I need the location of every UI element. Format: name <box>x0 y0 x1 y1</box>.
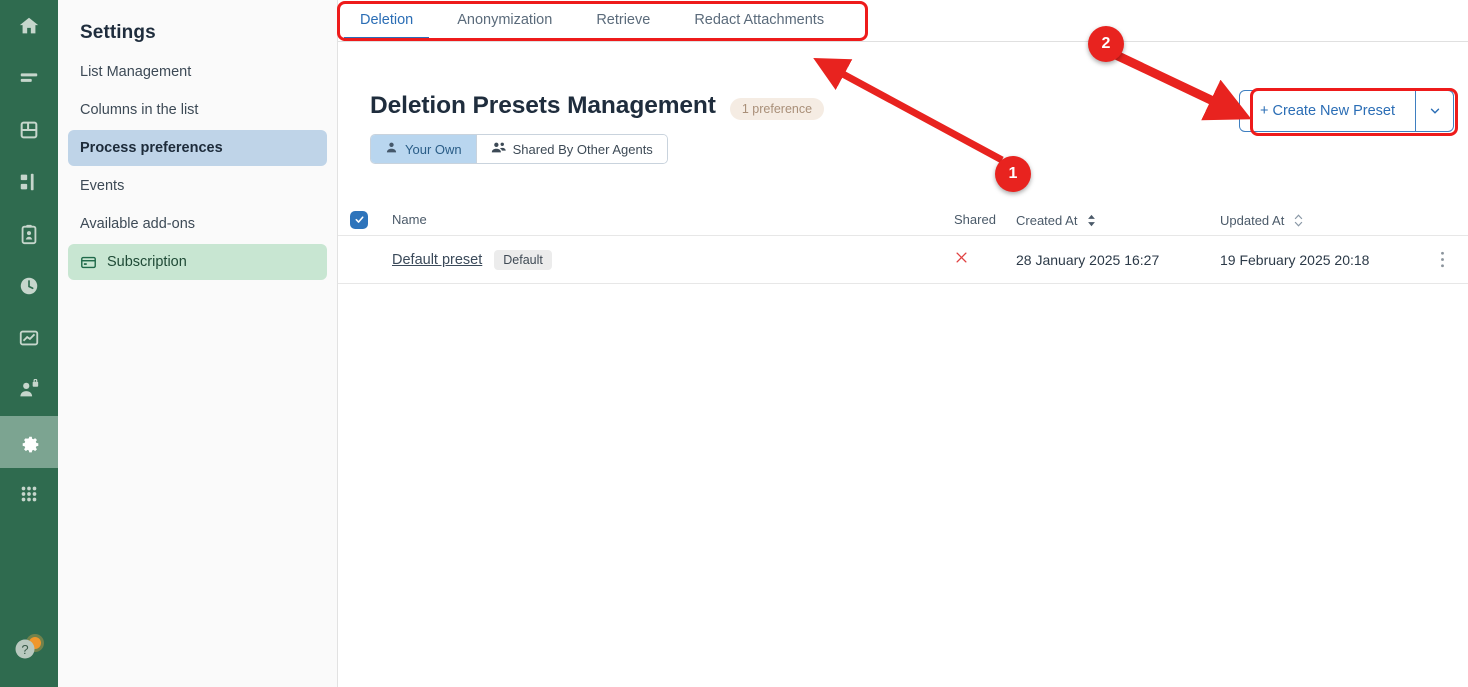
sidebar-item-list-management[interactable]: List Management <box>68 54 327 90</box>
settings-sidebar: Settings List Management Columns in the … <box>58 0 338 687</box>
cell-updated-at: 19 February 2025 20:18 <box>1220 251 1370 268</box>
presets-table: Name Shared Created At Updated At Defaul… <box>338 204 1468 284</box>
user-lock-icon[interactable] <box>0 364 58 416</box>
filter-your-own-button[interactable]: Your Own <box>371 135 476 163</box>
table-row[interactable]: Default preset Default 28 January 2025 1… <box>338 236 1468 284</box>
left-icon-rail: ? <box>0 0 58 687</box>
top-tab-bar: Deletion Anonymization Retrieve Redact A… <box>338 0 1468 42</box>
settings-panel-title: Settings <box>80 22 156 43</box>
filter-label: Shared By Other Agents <box>512 141 653 157</box>
column-header-label: Updated At <box>1220 212 1285 228</box>
sidebar-item-label: Process preferences <box>80 140 223 156</box>
tab-retrieve[interactable]: Retrieve <box>574 0 672 41</box>
preset-name-link[interactable]: Default preset <box>392 252 482 268</box>
sort-none-icon[interactable] <box>1293 213 1304 230</box>
chart-icon[interactable] <box>0 312 58 364</box>
ownership-filter-toggle: Your Own Shared By Other Agents <box>370 134 668 164</box>
create-new-preset-group: + Create New Preset <box>1239 90 1454 132</box>
select-all-checkbox[interactable] <box>350 210 368 229</box>
tab-deletion[interactable]: Deletion <box>338 0 435 41</box>
column-header-shared: Shared <box>954 212 1016 227</box>
sidebar-item-columns-in-the-list[interactable]: Columns in the list <box>68 92 327 128</box>
users-icon <box>491 141 506 157</box>
row-actions-menu-button[interactable] <box>1440 250 1468 269</box>
sidebar-item-label: Available add-ons <box>80 216 196 232</box>
gear-icon[interactable] <box>0 416 58 468</box>
clipboard-user-icon[interactable] <box>0 208 58 260</box>
sort-desc-icon[interactable] <box>1086 214 1097 230</box>
cell-shared <box>954 250 1016 270</box>
page-title: Deletion Presets Management <box>370 92 716 119</box>
tab-label: Deletion <box>360 12 414 28</box>
sidebar-item-label: Subscription <box>107 254 187 270</box>
chevron-down-icon[interactable] <box>1415 91 1453 131</box>
table-header-row: Name Shared Created At Updated At <box>338 204 1468 236</box>
filter-shared-by-other-agents-button[interactable]: Shared By Other Agents <box>475 135 667 163</box>
tab-label: Retrieve <box>596 12 651 28</box>
sidebar-item-process-preferences[interactable]: Process preferences <box>68 130 327 166</box>
sidebar-item-subscription[interactable]: Subscription <box>68 244 327 280</box>
default-tag: Default <box>494 249 552 270</box>
home-icon[interactable] <box>0 0 58 52</box>
svg-text:?: ? <box>21 642 28 657</box>
create-new-preset-button[interactable]: + Create New Preset <box>1240 91 1415 131</box>
tab-label: Redact Attachments <box>694 12 825 28</box>
tab-label: Anonymization <box>457 12 553 28</box>
column-header-label: Created At <box>1016 212 1078 228</box>
tab-redact-attachments[interactable]: Redact Attachments <box>672 0 846 41</box>
column-header-name[interactable]: Name <box>376 212 954 227</box>
filter-label: Your Own <box>405 141 462 157</box>
help-icon[interactable]: ? <box>0 621 58 673</box>
preference-count-badge: 1 preference <box>729 98 825 120</box>
clock-icon[interactable] <box>0 260 58 312</box>
sidebar-item-label: Columns in the list <box>80 102 199 118</box>
credit-card-icon <box>80 254 97 271</box>
column-header-label: Name <box>392 212 427 227</box>
user-icon <box>385 141 398 157</box>
sidebar-item-events[interactable]: Events <box>68 168 327 204</box>
grid-apps-icon[interactable] <box>0 468 58 520</box>
main-content: Deletion Presets Management 1 preference… <box>338 42 1468 687</box>
close-icon <box>954 252 969 269</box>
column-header-created-at[interactable]: Created At <box>1016 212 1220 228</box>
cell-name: Default preset Default <box>376 249 954 270</box>
column-header-updated-at[interactable]: Updated At <box>1220 212 1440 228</box>
sidebar-item-label: List Management <box>80 64 192 80</box>
lines-icon[interactable] <box>0 52 58 104</box>
select-all-checkbox-cell <box>338 210 376 229</box>
column-header-label: Shared <box>954 212 996 227</box>
sidebar-item-available-add-ons[interactable]: Available add-ons <box>68 206 327 242</box>
org-chart-icon[interactable] <box>0 156 58 208</box>
cell-created-at: 28 January 2025 16:27 <box>1016 251 1160 268</box>
database-icon[interactable] <box>0 104 58 156</box>
sidebar-item-label: Events <box>80 178 125 194</box>
tab-anonymization[interactable]: Anonymization <box>435 0 574 41</box>
